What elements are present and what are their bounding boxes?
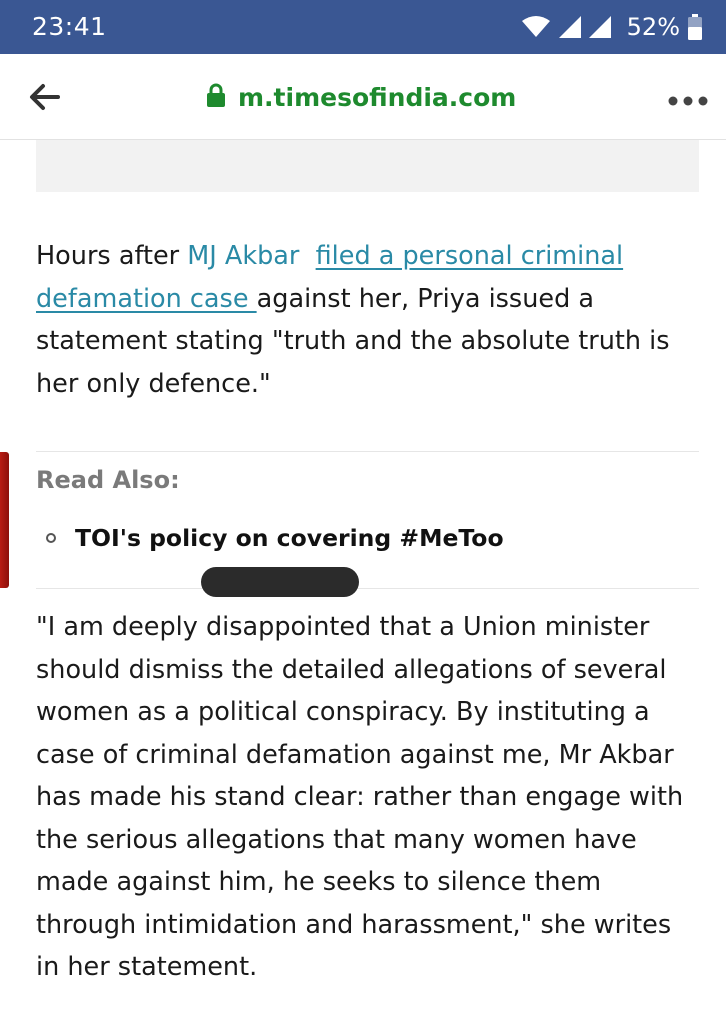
status-bar: 23:41 52% [0,0,726,54]
read-also-item[interactable]: TOI's policy on covering #MeToo [46,524,504,552]
read-also-link[interactable]: TOI's policy on covering #MeToo [75,524,504,552]
status-icons: 52% [521,10,702,44]
browser-toolbar: m.timesofindia.com [0,54,726,140]
read-also-accent-bar [0,452,9,588]
paragraph-text: Hours after [36,241,188,271]
divider [36,451,699,452]
url-text: m.timesofindia.com [238,82,517,112]
signal-icon [587,14,613,40]
ad-placeholder [36,140,699,192]
back-arrow-icon[interactable] [28,82,60,112]
spacer-text [299,241,315,271]
article-paragraph: Hours after MJ Akbar filed a personal cr… [36,235,696,405]
status-time: 23:41 [32,12,107,41]
battery-icon [688,14,702,40]
bullet-icon [46,533,56,543]
lock-icon [206,83,226,111]
link-mj-akbar[interactable]: MJ Akbar [187,241,299,271]
more-options-icon[interactable] [668,92,708,106]
article-paragraph: "I am deeply disappointed that a Union m… [36,612,684,982]
wifi-icon [521,15,551,39]
divider [36,588,699,589]
address-bar[interactable]: m.timesofindia.com [206,80,516,114]
overlay-pill [201,567,359,597]
read-also-heading: Read Also: [36,466,180,494]
battery-percent: 52% [626,13,680,41]
signal-icon [557,14,583,40]
